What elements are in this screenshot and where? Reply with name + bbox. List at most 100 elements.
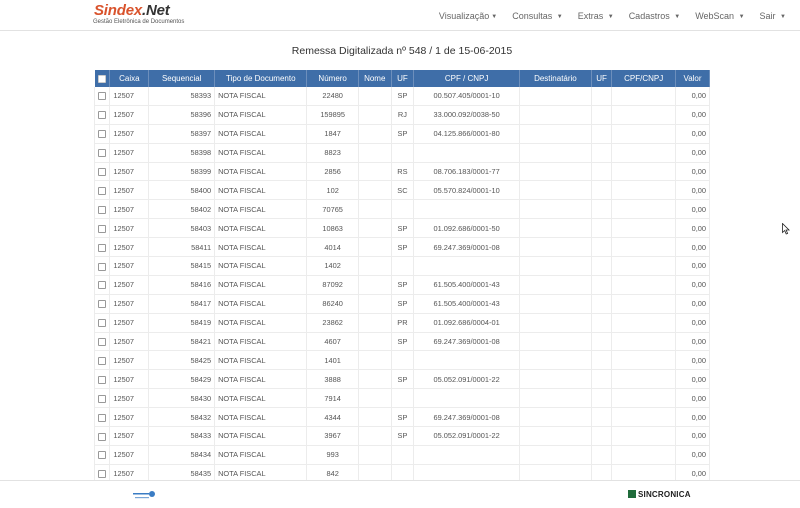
cell-nome [358, 199, 392, 220]
checkbox-icon [98, 300, 107, 309]
menu-consultas[interactable]: Consultas ▼ [512, 0, 563, 30]
col-header-tipo[interactable]: Tipo de Documento [214, 70, 308, 87]
cell-cpf-cnpj: 00.507.405/0001-10 [413, 87, 520, 106]
cell-caixa: 12507 [109, 162, 150, 182]
row-checkbox[interactable] [93, 180, 111, 201]
row-checkbox[interactable] [93, 275, 111, 295]
menu-webscan[interactable]: WebScan ▼ [695, 0, 744, 30]
cell-tipo-documento: NOTA FISCAL [214, 388, 308, 409]
col-header-uf[interactable]: UF [391, 70, 415, 87]
table-row[interactable]: 12507 58433 NOTA FISCAL 3967 SP 05.052.091/00… [93, 426, 710, 446]
row-checkbox[interactable] [93, 237, 111, 258]
cell-destinatario [519, 256, 592, 276]
cell-numero: 23862 [306, 313, 359, 333]
table-row[interactable]: 12507 58415 NOTA FISCAL 1402 0,00 [93, 256, 710, 276]
cell-cpf-cnpj: 01.092.686/0001-50 [413, 218, 520, 239]
row-checkbox[interactable] [93, 199, 111, 220]
cell-tipo-documento: NOTA FISCAL [214, 199, 308, 220]
col-header-sequencial[interactable]: Sequencial [148, 70, 216, 87]
table-row[interactable]: 12507 58397 NOTA FISCAL 1847 SP 04.125.866/00… [93, 124, 710, 144]
cell-uf: SP [391, 426, 415, 446]
checkbox-icon [98, 168, 107, 177]
col-header-uf-dest[interactable]: UF [591, 70, 613, 87]
checkbox-icon [98, 243, 107, 252]
table-row[interactable]: 12507 58421 NOTA FISCAL 4607 SP 69.247.369/00… [93, 332, 710, 352]
row-checkbox[interactable] [93, 426, 111, 446]
menu-visualizacao[interactable]: Visualização ▼ [439, 0, 497, 30]
table-row[interactable]: 12507 58411 NOTA FISCAL 4014 SP 69.247.369/00… [93, 237, 710, 258]
row-checkbox[interactable] [93, 162, 111, 182]
cell-valor: 0,00 [675, 218, 710, 239]
table-row[interactable]: 12507 58425 NOTA FISCAL 1401 0,00 [93, 350, 710, 371]
table-row[interactable]: 12507 58432 NOTA FISCAL 4344 SP 69.247.369/00… [93, 407, 710, 428]
menu-cadastros[interactable]: Cadastros ▼ [629, 0, 681, 30]
row-checkbox[interactable] [93, 143, 111, 163]
table-row[interactable]: 12507 58403 NOTA FISCAL 10863 SP 01.092.686/0… [93, 218, 710, 239]
cell-sequencial: 58402 [148, 199, 216, 220]
col-header-caixa[interactable]: Caixa [109, 70, 150, 87]
cell-uf-dest [591, 237, 613, 258]
row-checkbox[interactable] [93, 350, 111, 371]
table-row[interactable]: 12507 58396 NOTA FISCAL 159895 RJ 33.000.092/… [93, 105, 710, 125]
cell-cpf-cnpj [413, 256, 520, 276]
row-checkbox[interactable] [93, 256, 111, 276]
row-checkbox[interactable] [93, 105, 111, 125]
row-checkbox[interactable] [93, 407, 111, 428]
cell-numero: 2856 [306, 162, 359, 182]
cell-uf-dest [591, 256, 613, 276]
col-header-cpf-cnpj[interactable]: CPF / CNPJ [413, 70, 520, 87]
cell-nome [358, 180, 392, 201]
select-all-checkbox[interactable] [94, 70, 111, 87]
cell-destinatario [519, 124, 592, 144]
table-row[interactable]: 12507 58434 NOTA FISCAL 993 0,00 [93, 445, 710, 465]
cell-numero: 70765 [306, 199, 359, 220]
cell-nome [358, 105, 392, 125]
row-checkbox[interactable] [93, 388, 111, 409]
cell-nome [358, 275, 392, 295]
col-header-destinatario[interactable]: Destinatário [519, 70, 592, 87]
table-row[interactable]: 12507 58400 NOTA FISCAL 102 SC 05.570.824/000… [93, 180, 710, 201]
cell-destinatario [519, 87, 592, 106]
brand-logo[interactable]: Sindex.Net Gestão Eletrônica de Document… [93, 3, 184, 26]
row-checkbox[interactable] [93, 332, 111, 352]
table-row[interactable]: 12507 58417 NOTA FISCAL 86240 SP 61.505.400/0… [93, 294, 710, 314]
cell-uf: SP [391, 332, 415, 352]
row-checkbox[interactable] [93, 87, 111, 106]
table-row[interactable]: 12507 58398 NOTA FISCAL 8823 0,00 [93, 143, 710, 163]
caret-down-icon: ▼ [556, 14, 563, 20]
row-checkbox[interactable] [93, 124, 111, 144]
table-body: 12507 58393 NOTA FISCAL 22480 SP 00.507.405/0… [93, 87, 710, 503]
table-row[interactable]: 12507 58430 NOTA FISCAL 7914 0,00 [93, 388, 710, 409]
cell-cpf-cnpj-dest [611, 332, 677, 352]
cell-cpf-cnpj [413, 445, 520, 465]
table-row[interactable]: 12507 58419 NOTA FISCAL 23862 PR 01.092.686/0… [93, 313, 710, 333]
col-header-numero[interactable]: Número [306, 70, 359, 87]
table-row[interactable]: 12507 58416 NOTA FISCAL 87092 SP 61.505.400/0… [93, 275, 710, 295]
col-header-valor[interactable]: Valor [675, 70, 710, 87]
checkbox-icon [98, 186, 107, 195]
col-header-cpf-cnpj-dest[interactable]: CPF/CNPJ [611, 70, 677, 87]
cell-valor: 0,00 [675, 407, 710, 428]
cell-tipo-documento: NOTA FISCAL [214, 256, 308, 276]
col-header-nome[interactable]: Nome [358, 70, 392, 87]
menu-extras[interactable]: Extras ▼ [578, 0, 614, 30]
row-checkbox[interactable] [93, 313, 111, 333]
row-checkbox[interactable] [93, 369, 111, 390]
row-checkbox[interactable] [93, 294, 111, 314]
table-row[interactable]: 12507 58429 NOTA FISCAL 3888 SP 05.052.091/00… [93, 369, 710, 390]
table-row[interactable]: 12507 58399 NOTA FISCAL 2856 RS 08.706.183/00… [93, 162, 710, 182]
cell-sequencial: 58434 [148, 445, 216, 465]
cell-tipo-documento: NOTA FISCAL [214, 124, 308, 144]
cell-tipo-documento: NOTA FISCAL [214, 426, 308, 446]
table-row[interactable]: 12507 58402 NOTA FISCAL 70765 0,00 [93, 199, 710, 220]
row-checkbox[interactable] [93, 445, 111, 465]
cell-cpf-cnpj-dest [611, 388, 677, 409]
menu-sair[interactable]: Sair ▼ [760, 0, 786, 30]
cell-nome [358, 256, 392, 276]
cell-nome [358, 218, 392, 239]
cell-valor: 0,00 [675, 388, 710, 409]
row-checkbox[interactable] [93, 218, 111, 239]
checkbox-icon [97, 74, 106, 83]
table-row[interactable]: 12507 58393 NOTA FISCAL 22480 SP 00.507.405/0… [93, 87, 710, 106]
cell-cpf-cnpj: 33.000.092/0038-50 [413, 105, 520, 125]
